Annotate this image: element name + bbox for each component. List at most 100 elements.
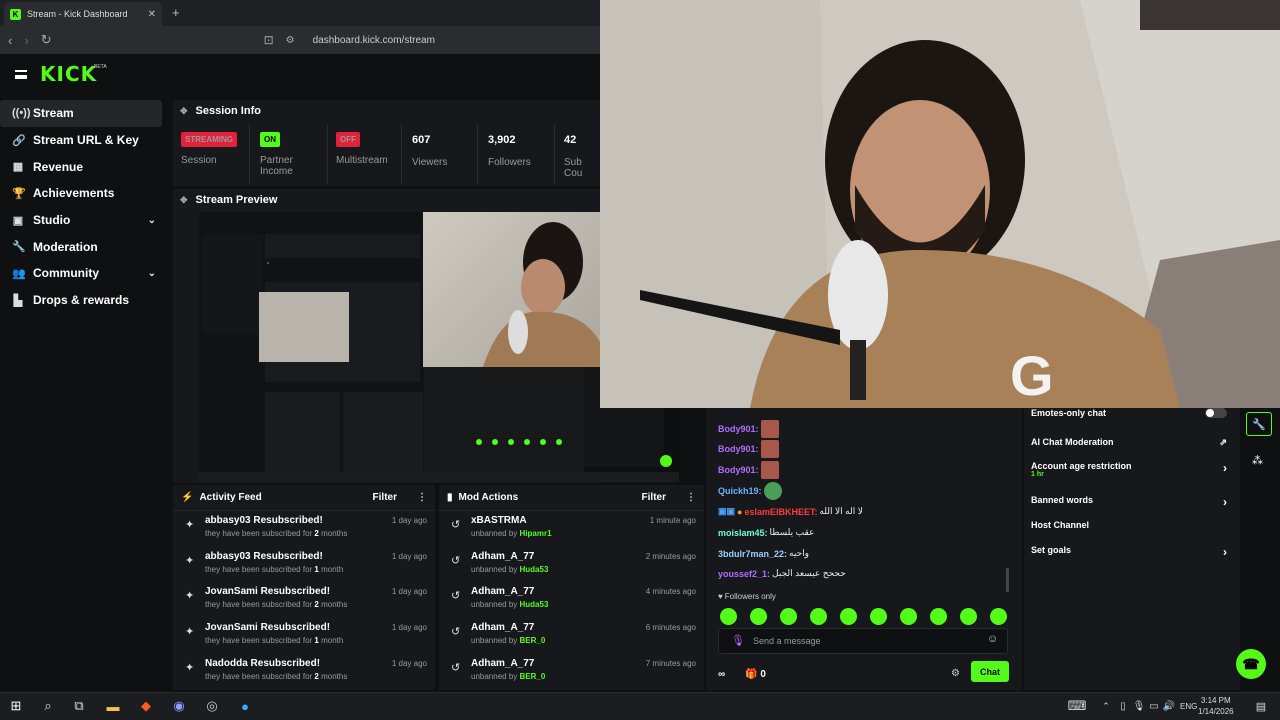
ai-chat-moderation-row[interactable]: AI Chat Moderation ⇗ [1031,437,1231,447]
app-icon[interactable]: ● [236,697,254,715]
undo-icon[interactable]: ↺ [451,661,460,674]
undo-icon[interactable]: ↺ [451,625,460,638]
menu-icon[interactable] [15,70,27,79]
chevron-right-icon[interactable]: › [1223,461,1227,475]
chat-username[interactable]: Quickh19: [718,486,762,496]
sidebar-item-achievements[interactable]: 🏆 Achievements [0,180,168,207]
timestamp: 1 day ago [391,551,427,561]
forward-icon[interactable]: › [24,33,28,48]
chat-message: youssef2_1: حححح عيسعد الجبل [718,568,846,579]
sparkle-icon: ✦ [185,519,195,531]
sidebar-item-revenue[interactable]: ▦ Revenue [0,153,168,180]
brave-browser-icon[interactable]: ◆ [137,697,155,715]
emotes-only-toggle[interactable] [1205,408,1227,418]
chat-send-button[interactable]: Chat [971,661,1009,682]
community-icon[interactable]: ⁂ [1252,454,1263,467]
windows-start-icon[interactable]: ⊞ [7,697,25,715]
emote-icon[interactable] [870,608,887,625]
chat-username[interactable]: moislam45: [718,528,768,538]
drag-handle-icon[interactable]: ✥ [180,195,188,206]
task-view-icon[interactable]: ⧉ [70,697,88,715]
notification-icon[interactable]: ▤ [1252,697,1270,715]
account-age-restriction-row[interactable]: Account age restriction 1 hr › [1031,461,1231,478]
search-icon[interactable]: ⌕ [39,697,57,715]
more-menu-icon[interactable]: ⋮ [686,492,696,503]
list-item: ✦ abbasy03 Resubscribed! they have been su… [173,511,435,547]
discord-icon[interactable]: ◉ [170,697,188,715]
wrench-icon[interactable]: 🔧 [1246,412,1272,436]
support-icon[interactable]: ☎ [1236,649,1266,679]
drag-handle-icon[interactable]: ✥ [180,106,188,117]
emotes-only-toggle-row[interactable]: Emotes-only chat [1031,408,1231,418]
undo-icon[interactable]: ↺ [451,589,460,602]
sidebar-item-drops-rewards[interactable]: ▙ Drops & rewards [0,287,168,314]
url-text[interactable]: dashboard.kick.com/stream [313,35,435,46]
broadcast-icon: ((•)) [12,107,31,120]
chat-username[interactable]: Body901: [718,465,759,475]
settings-icon[interactable]: ⚙ [951,668,960,679]
external-link-icon[interactable]: ⇗ [1219,437,1227,448]
sidebar-item-community[interactable]: 👥 Community ⌄ [0,260,168,287]
emote-icon[interactable] [810,608,827,625]
chevron-right-icon[interactable]: › [1223,495,1227,509]
partner-badge[interactable]: ON [260,132,280,147]
sub-badge-icon: ● [737,506,743,517]
obs-icon[interactable]: ◎ [203,697,221,715]
chevron-down-icon[interactable]: ⌄ [148,215,156,226]
chat-username[interactable]: Body901: [718,444,759,454]
banned-words-row[interactable]: Banned words › [1031,495,1231,509]
more-menu-icon[interactable]: ⋮ [417,492,427,503]
emote-icon[interactable] [720,608,737,625]
chat-input[interactable]: Send a message [718,628,1008,654]
bookmark-icon[interactable]: ⊡ [264,33,274,47]
chat-username[interactable]: 3bdulr7man_22: [718,549,787,559]
followers-count: 3,902 [488,134,516,146]
gift-icon[interactable]: 🎁 0 [745,669,766,680]
emote-icon[interactable] [990,608,1007,625]
chat-username[interactable]: Body901: [718,424,759,434]
emote-icon[interactable] [930,608,947,625]
emote-icon[interactable] [900,608,917,625]
language-indicator[interactable]: ENG [1180,702,1197,711]
infinity-icon[interactable]: ∞ [718,669,725,680]
chevron-right-icon[interactable]: › [1223,545,1227,559]
file-explorer-icon[interactable]: ▬ [104,697,122,715]
kick-logo[interactable]: KICK [40,62,97,86]
sidebar-item-studio[interactable]: ▣ Studio ⌄ [0,207,168,234]
emoji-icon[interactable]: ☺ [987,633,998,645]
list-item: ↺ Adham_A_77 unbanned by BER_0 7 minutes ag… [439,654,704,690]
emote-icon[interactable] [840,608,857,625]
sidebar-item-label: Achievements [33,186,115,201]
chat-scrollbar[interactable] [1006,568,1009,592]
chat-username[interactable]: eslamElBKHEET: [744,507,817,517]
sidebar-item-moderation[interactable]: 🔧 Moderation [0,233,168,260]
sidebar-item-stream[interactable]: ((•)) Stream [0,100,162,127]
browser-tab[interactable]: K Stream - Kick Dashboard ✕ [4,2,162,26]
emote-icon[interactable] [960,608,977,625]
undo-icon[interactable]: ↺ [451,518,460,531]
site-info-icon[interactable]: ⚙ [286,35,295,46]
sidebar-item-stream-url-key[interactable]: 🔗 Stream URL & Key [0,127,168,154]
reload-icon[interactable]: ↻ [41,32,52,48]
chevron-down-icon[interactable]: ⌄ [148,268,156,279]
host-channel-row[interactable]: Host Channel [1031,520,1231,530]
multistream-badge[interactable]: OFF [336,132,360,147]
filter-button[interactable]: Filter [642,492,666,503]
tray-chevron-icon[interactable]: ⌃ [1097,697,1115,715]
new-tab-button[interactable]: + [172,5,180,20]
volume-icon[interactable]: 🔊 [1160,697,1178,715]
emote-icon[interactable] [780,608,797,625]
emote-bar [720,608,1007,625]
right-rail [1240,408,1280,690]
emote-icon[interactable] [750,608,767,625]
tab-close-icon[interactable]: ✕ [148,9,156,20]
filter-button[interactable]: Filter [373,492,397,503]
sparkle-icon: ✦ [185,590,195,603]
back-icon[interactable]: ‹ [8,33,12,48]
system-clock[interactable]: 3:14 PM 1/14/2026 [1198,695,1234,717]
keyboard-icon[interactable]: ⌨ [1068,697,1087,715]
microphone-icon[interactable]: 🎙 [731,634,745,647]
chat-username[interactable]: youssef2_1: [718,569,770,579]
set-goals-row[interactable]: Set goals › [1031,545,1231,559]
undo-icon[interactable]: ↺ [451,554,460,567]
